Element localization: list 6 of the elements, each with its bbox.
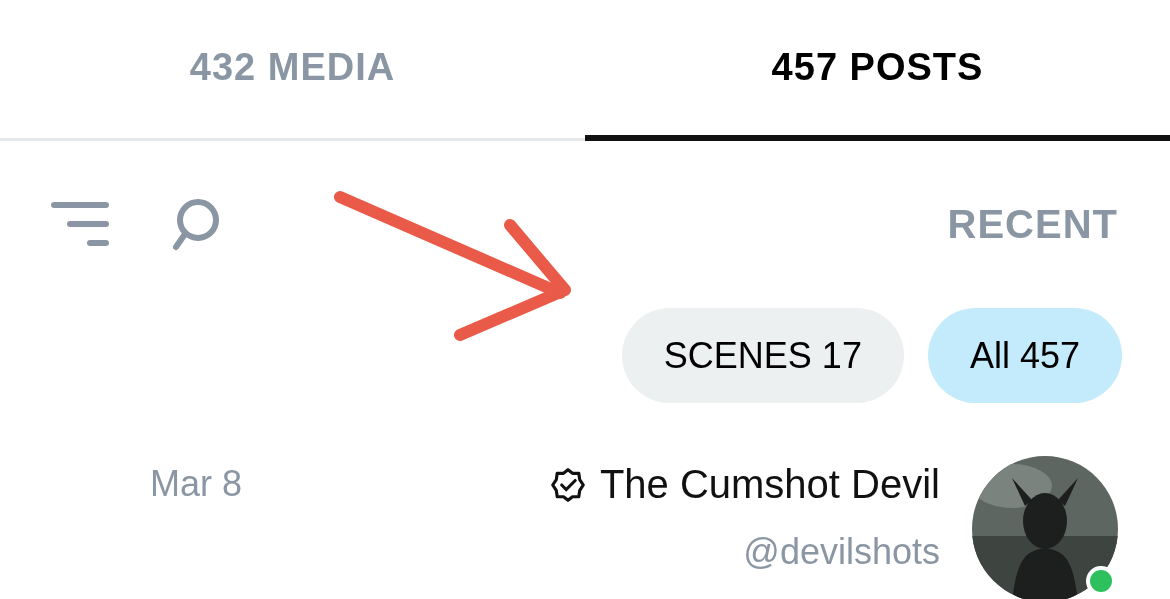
author-name[interactable]: The Cumshot Devil xyxy=(599,462,940,507)
tab[interactable]: 457 POSTS xyxy=(585,0,1170,141)
filter-icon[interactable] xyxy=(50,199,110,249)
post-date: Mar 8 xyxy=(150,463,243,505)
filter-chip[interactable]: All 457 xyxy=(927,308,1122,403)
filter-chip[interactable]: SCENES 17 xyxy=(621,308,904,403)
